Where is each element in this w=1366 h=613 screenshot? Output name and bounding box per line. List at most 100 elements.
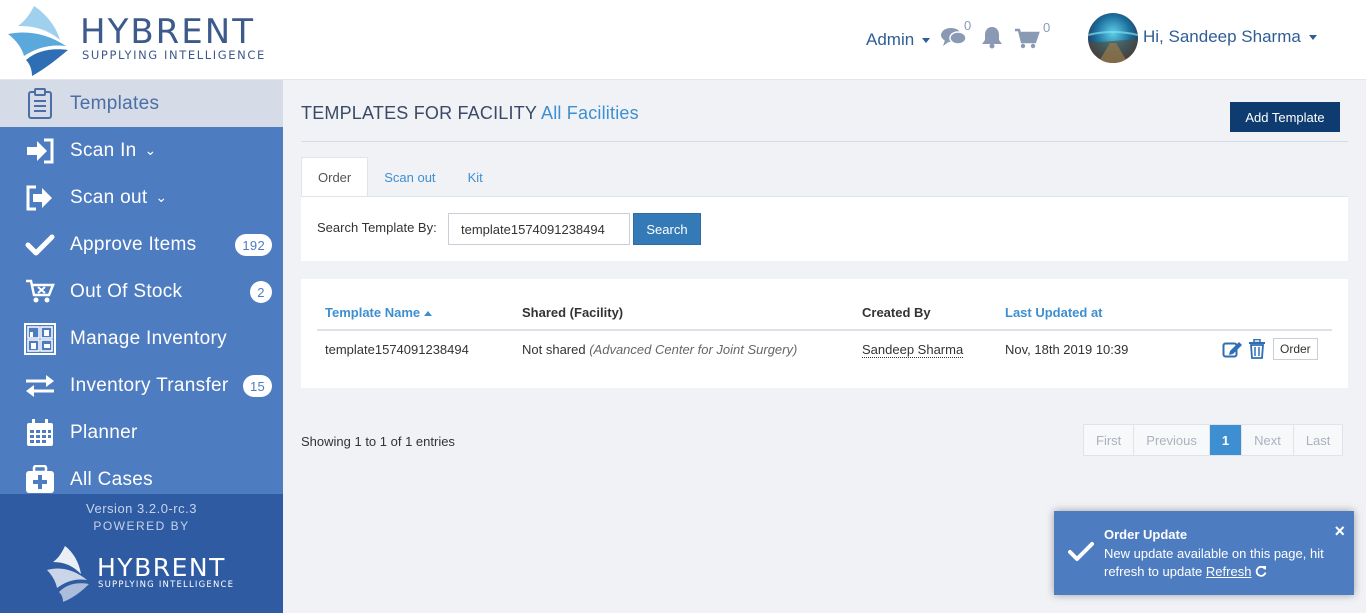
sidebar-footer: Version 3.2.0-rc.3 POWERED BY HYBRENT SU… bbox=[0, 494, 283, 613]
created-by-user[interactable]: Sandeep Sharma bbox=[862, 342, 964, 358]
title-divider bbox=[301, 141, 1348, 142]
sidebar-item-scan-out[interactable]: Scan out ⌄ bbox=[0, 174, 283, 221]
trash-icon[interactable] bbox=[1248, 339, 1266, 359]
cell-shared: Not shared (Advanced Center for Joint Su… bbox=[522, 342, 797, 357]
calendar-icon bbox=[20, 417, 60, 449]
user-menu[interactable]: Hi, Sandeep Sharma bbox=[1143, 27, 1317, 47]
search-input[interactable] bbox=[448, 213, 630, 245]
out-of-stock-badge: 2 bbox=[250, 281, 272, 303]
column-header-label: Template Name bbox=[325, 305, 421, 320]
transfer-count-badge: 15 bbox=[242, 375, 272, 397]
add-template-button[interactable]: Add Template bbox=[1230, 102, 1340, 132]
order-update-toast: Order Update New update available on thi… bbox=[1054, 511, 1354, 595]
check-icon bbox=[1068, 542, 1094, 561]
cell-last-updated: Nov, 18th 2019 10:39 bbox=[1005, 342, 1129, 357]
entries-info: Showing 1 to 1 of 1 entries bbox=[301, 434, 455, 449]
sidebar-item-scan-in[interactable]: Scan In ⌄ bbox=[0, 127, 283, 174]
page-next-button[interactable]: Next bbox=[1241, 425, 1293, 455]
row-actions: Order bbox=[1222, 338, 1318, 360]
sort-asc-icon bbox=[424, 311, 433, 317]
sidebar-item-label: Inventory Transfer bbox=[70, 374, 229, 396]
sidebar-item-approve-items[interactable]: Approve Items 192 bbox=[0, 221, 283, 268]
close-icon[interactable]: × bbox=[1334, 522, 1345, 540]
footer-logo-mark-icon bbox=[47, 546, 89, 602]
caret-down-icon bbox=[922, 37, 931, 43]
transfer-icon bbox=[20, 370, 60, 402]
footer-logo: HYBRENT SUPPLYING INTELLIGENCE bbox=[45, 544, 245, 604]
toast-message: New update available on this page, hit r… bbox=[1104, 545, 1344, 581]
sidebar-item-label: Templates bbox=[70, 92, 160, 114]
chevron-down-icon: ⌄ bbox=[155, 189, 168, 205]
powered-by-text: POWERED BY bbox=[93, 519, 190, 533]
page-title: TEMPLATES FOR FACILITY All Facilities bbox=[301, 103, 639, 124]
refresh-icon[interactable] bbox=[1255, 565, 1267, 577]
clipboard-icon bbox=[20, 87, 60, 120]
page-first-button[interactable]: First bbox=[1084, 425, 1133, 455]
table-header-divider bbox=[317, 329, 1332, 331]
admin-dropdown[interactable]: Admin bbox=[866, 30, 931, 50]
medkit-icon bbox=[20, 464, 60, 495]
footer-logo-title: HYBRENT bbox=[97, 553, 226, 582]
search-button[interactable]: Search bbox=[633, 213, 701, 245]
caret-down-icon bbox=[1308, 34, 1317, 40]
template-tabs: Order Scan out Kit bbox=[301, 157, 499, 197]
hybrent-logo[interactable]: HYBRENT SUPPLYING INTELLIGENCE bbox=[6, 4, 284, 78]
sidebar-item-manage-inventory[interactable]: Manage Inventory bbox=[0, 315, 283, 362]
refresh-link[interactable]: Refresh bbox=[1206, 564, 1252, 579]
admin-label: Admin bbox=[866, 30, 915, 49]
cart-count: 0 bbox=[1043, 20, 1051, 35]
version-text: Version 3.2.0-rc.3 bbox=[86, 501, 197, 516]
page-title-text: TEMPLATES FOR FACILITY bbox=[301, 103, 537, 123]
tab-order[interactable]: Order bbox=[301, 157, 369, 197]
search-panel: Search Template By: Search bbox=[301, 196, 1348, 261]
column-header-template-name[interactable]: Template Name bbox=[325, 305, 433, 320]
sidebar-item-planner[interactable]: Planner bbox=[0, 409, 283, 456]
chevron-down-icon: ⌄ bbox=[144, 142, 157, 158]
sidebar-nav: Templates Scan In ⌄ Scan out ⌄ Approve I… bbox=[0, 80, 283, 494]
page-current-button[interactable]: 1 bbox=[1208, 425, 1242, 455]
sidebar-item-inventory-transfer[interactable]: Inventory Transfer 15 bbox=[0, 362, 283, 409]
column-header-created-by: Created By bbox=[862, 305, 931, 320]
top-header: HYBRENT SUPPLYING INTELLIGENCE Admin 0 0… bbox=[0, 0, 1366, 80]
order-button[interactable]: Order bbox=[1273, 338, 1318, 360]
footer-logo-subtitle: SUPPLYING INTELLIGENCE bbox=[98, 580, 235, 590]
sidebar-item-all-cases[interactable]: All Cases bbox=[0, 456, 283, 494]
logo-mark-icon bbox=[8, 6, 68, 76]
cell-created-by: Sandeep Sharma bbox=[862, 342, 964, 358]
avatar[interactable] bbox=[1088, 13, 1138, 63]
sidebar-item-templates[interactable]: Templates bbox=[0, 80, 283, 127]
sidebar-item-label: Manage Inventory bbox=[70, 327, 227, 349]
pagination: First Previous 1 Next Last bbox=[1083, 424, 1344, 456]
sidebar-item-label: Approve Items bbox=[70, 233, 197, 255]
search-label: Search Template By: bbox=[317, 220, 437, 235]
sidebar-item-label: All Cases bbox=[70, 468, 153, 490]
toast-title: Order Update bbox=[1104, 527, 1188, 542]
bell-icon[interactable] bbox=[981, 25, 1003, 49]
column-header-shared: Shared (Facility) bbox=[522, 305, 624, 320]
check-icon bbox=[20, 229, 60, 261]
logo-subtitle: SUPPLYING INTELLIGENCE bbox=[82, 48, 266, 62]
inventory-icon bbox=[20, 322, 60, 355]
cart-icon[interactable] bbox=[1014, 28, 1040, 50]
column-header-last-updated[interactable]: Last Updated at bbox=[1005, 305, 1103, 320]
page-previous-button[interactable]: Previous bbox=[1133, 425, 1209, 455]
sidebar-item-label: Out Of Stock bbox=[70, 280, 183, 302]
approve-count-badge: 192 bbox=[235, 234, 272, 256]
page-last-button[interactable]: Last bbox=[1292, 425, 1343, 455]
sidebar: Templates Scan In ⌄ Scan out ⌄ Approve I… bbox=[0, 80, 283, 613]
tab-kit[interactable]: Kit bbox=[452, 157, 499, 197]
edit-icon[interactable] bbox=[1222, 339, 1244, 359]
sign-out-icon bbox=[20, 182, 60, 214]
sidebar-item-out-of-stock[interactable]: Out Of Stock 2 bbox=[0, 268, 283, 315]
logo-title: HYBRENT bbox=[80, 12, 255, 52]
sidebar-item-label: Scan out bbox=[70, 186, 148, 208]
avatar-image-icon bbox=[1088, 31, 1138, 63]
sidebar-item-label: Planner bbox=[70, 421, 138, 443]
cell-template-name: template1574091238494 bbox=[325, 342, 469, 357]
greeting-text: Hi, Sandeep Sharma bbox=[1143, 27, 1301, 46]
facility-link[interactable]: All Facilities bbox=[541, 103, 639, 123]
templates-table: Template Name Shared (Facility) Created … bbox=[301, 279, 1348, 388]
messages-count: 0 bbox=[964, 18, 972, 33]
tab-scan-out[interactable]: Scan out bbox=[368, 157, 451, 197]
sign-in-icon bbox=[20, 135, 60, 167]
